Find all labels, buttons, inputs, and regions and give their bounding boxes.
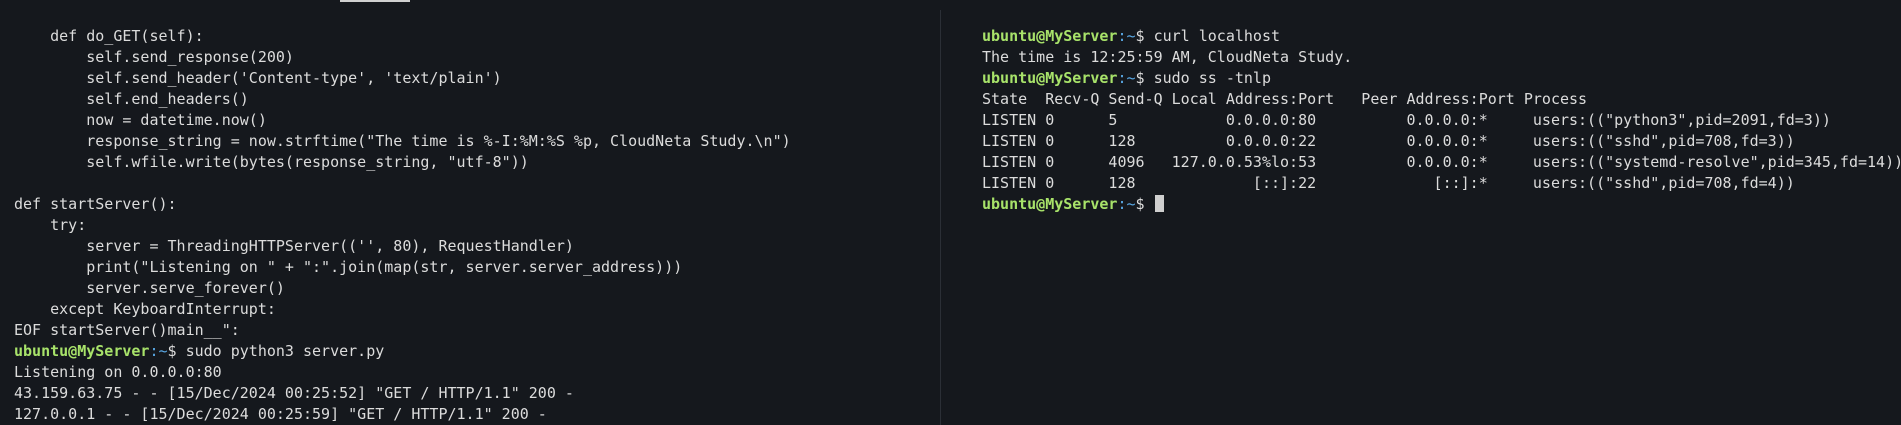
code-line: def startServer(): xyxy=(14,195,177,213)
right-terminal-output: ubuntu@MyServer:~$ curl localhost The ti… xyxy=(982,26,1901,215)
output-line: 43.159.63.75 - - [15/Dec/2024 00:25:52] … xyxy=(14,384,574,402)
right-terminal-pane[interactable]: ubuntu@MyServer:~$ curl localhost The ti… xyxy=(958,0,1901,425)
socket-table-row: LISTEN 0 4096 127.0.0.53%lo:53 0.0.0.0:*… xyxy=(982,153,1901,171)
prompt-dollar: $ xyxy=(1135,27,1154,45)
code-line: server = ThreadingHTTPServer(('', 80), R… xyxy=(14,237,574,255)
socket-table-header: State Recv-Q Send-Q Local Address:Port P… xyxy=(982,90,1588,108)
output-line: Listening on 0.0.0.0:80 xyxy=(14,363,222,381)
shell-prompt-line: ubuntu@MyServer:~$ curl localhost xyxy=(982,26,1901,47)
active-prompt-line[interactable]: ubuntu@MyServer:~$ xyxy=(982,194,1901,215)
scroll-marker xyxy=(340,0,410,2)
code-line: print("Listening on " + ":".join(map(str… xyxy=(14,258,683,276)
code-line: response_string = now.strftime("The time… xyxy=(14,132,791,150)
shell-command: sudo python3 server.py xyxy=(185,342,385,360)
shell-command: sudo ss -tnlp xyxy=(1153,69,1271,87)
left-terminal-output: def do_GET(self): self.send_response(200… xyxy=(14,26,791,425)
code-line: except KeyboardInterrupt: xyxy=(14,300,276,318)
prompt-path: :~ xyxy=(149,342,168,360)
left-terminal-pane[interactable]: def do_GET(self): self.send_response(200… xyxy=(0,0,940,425)
code-line: now = datetime.now() xyxy=(14,111,267,129)
prompt-user: ubuntu@MyServer xyxy=(14,342,150,360)
code-line: server.serve_forever() xyxy=(14,279,285,297)
code-line: self.send_response(200) xyxy=(14,48,294,66)
text-cursor xyxy=(1154,195,1164,212)
code-line: self.wfile.write(bytes(response_string, … xyxy=(14,153,529,171)
shell-prompt-line: ubuntu@MyServer:~$ sudo ss -tnlp xyxy=(982,68,1901,89)
prompt-dollar: $ xyxy=(1135,69,1154,87)
prompt-dollar: $ xyxy=(1135,195,1154,213)
prompt-user: ubuntu@MyServer xyxy=(982,27,1118,45)
prompt-user: ubuntu@MyServer xyxy=(982,195,1118,213)
code-line: self.end_headers() xyxy=(14,90,249,108)
pane-divider[interactable] xyxy=(940,10,960,425)
prompt-path: :~ xyxy=(1117,195,1136,213)
prompt-path: :~ xyxy=(1117,27,1136,45)
code-line: EOF startServer()main__": xyxy=(14,321,240,339)
shell-command: curl localhost xyxy=(1153,27,1281,45)
socket-table-row: LISTEN 0 128 0.0.0.0:22 0.0.0.0:* users:… xyxy=(982,132,1795,150)
prompt-user: ubuntu@MyServer xyxy=(982,69,1118,87)
prompt-dollar: $ xyxy=(167,342,186,360)
code-line: self.send_header('Content-type', 'text/p… xyxy=(14,69,502,87)
code-line: def do_GET(self): xyxy=(14,27,204,45)
socket-table-row: LISTEN 0 128 [::]:22 [::]:* users:(("ssh… xyxy=(982,174,1795,192)
output-line: The time is 12:25:59 AM, CloudNeta Study… xyxy=(982,48,1353,66)
socket-table-row: LISTEN 0 5 0.0.0.0:80 0.0.0.0:* users:((… xyxy=(982,111,1831,129)
prompt-path: :~ xyxy=(1117,69,1136,87)
output-line: 127.0.0.1 - - [15/Dec/2024 00:25:59] "GE… xyxy=(14,405,547,423)
shell-prompt-line: ubuntu@MyServer:~$ sudo python3 server.p… xyxy=(14,341,791,362)
code-line: try: xyxy=(14,216,87,234)
